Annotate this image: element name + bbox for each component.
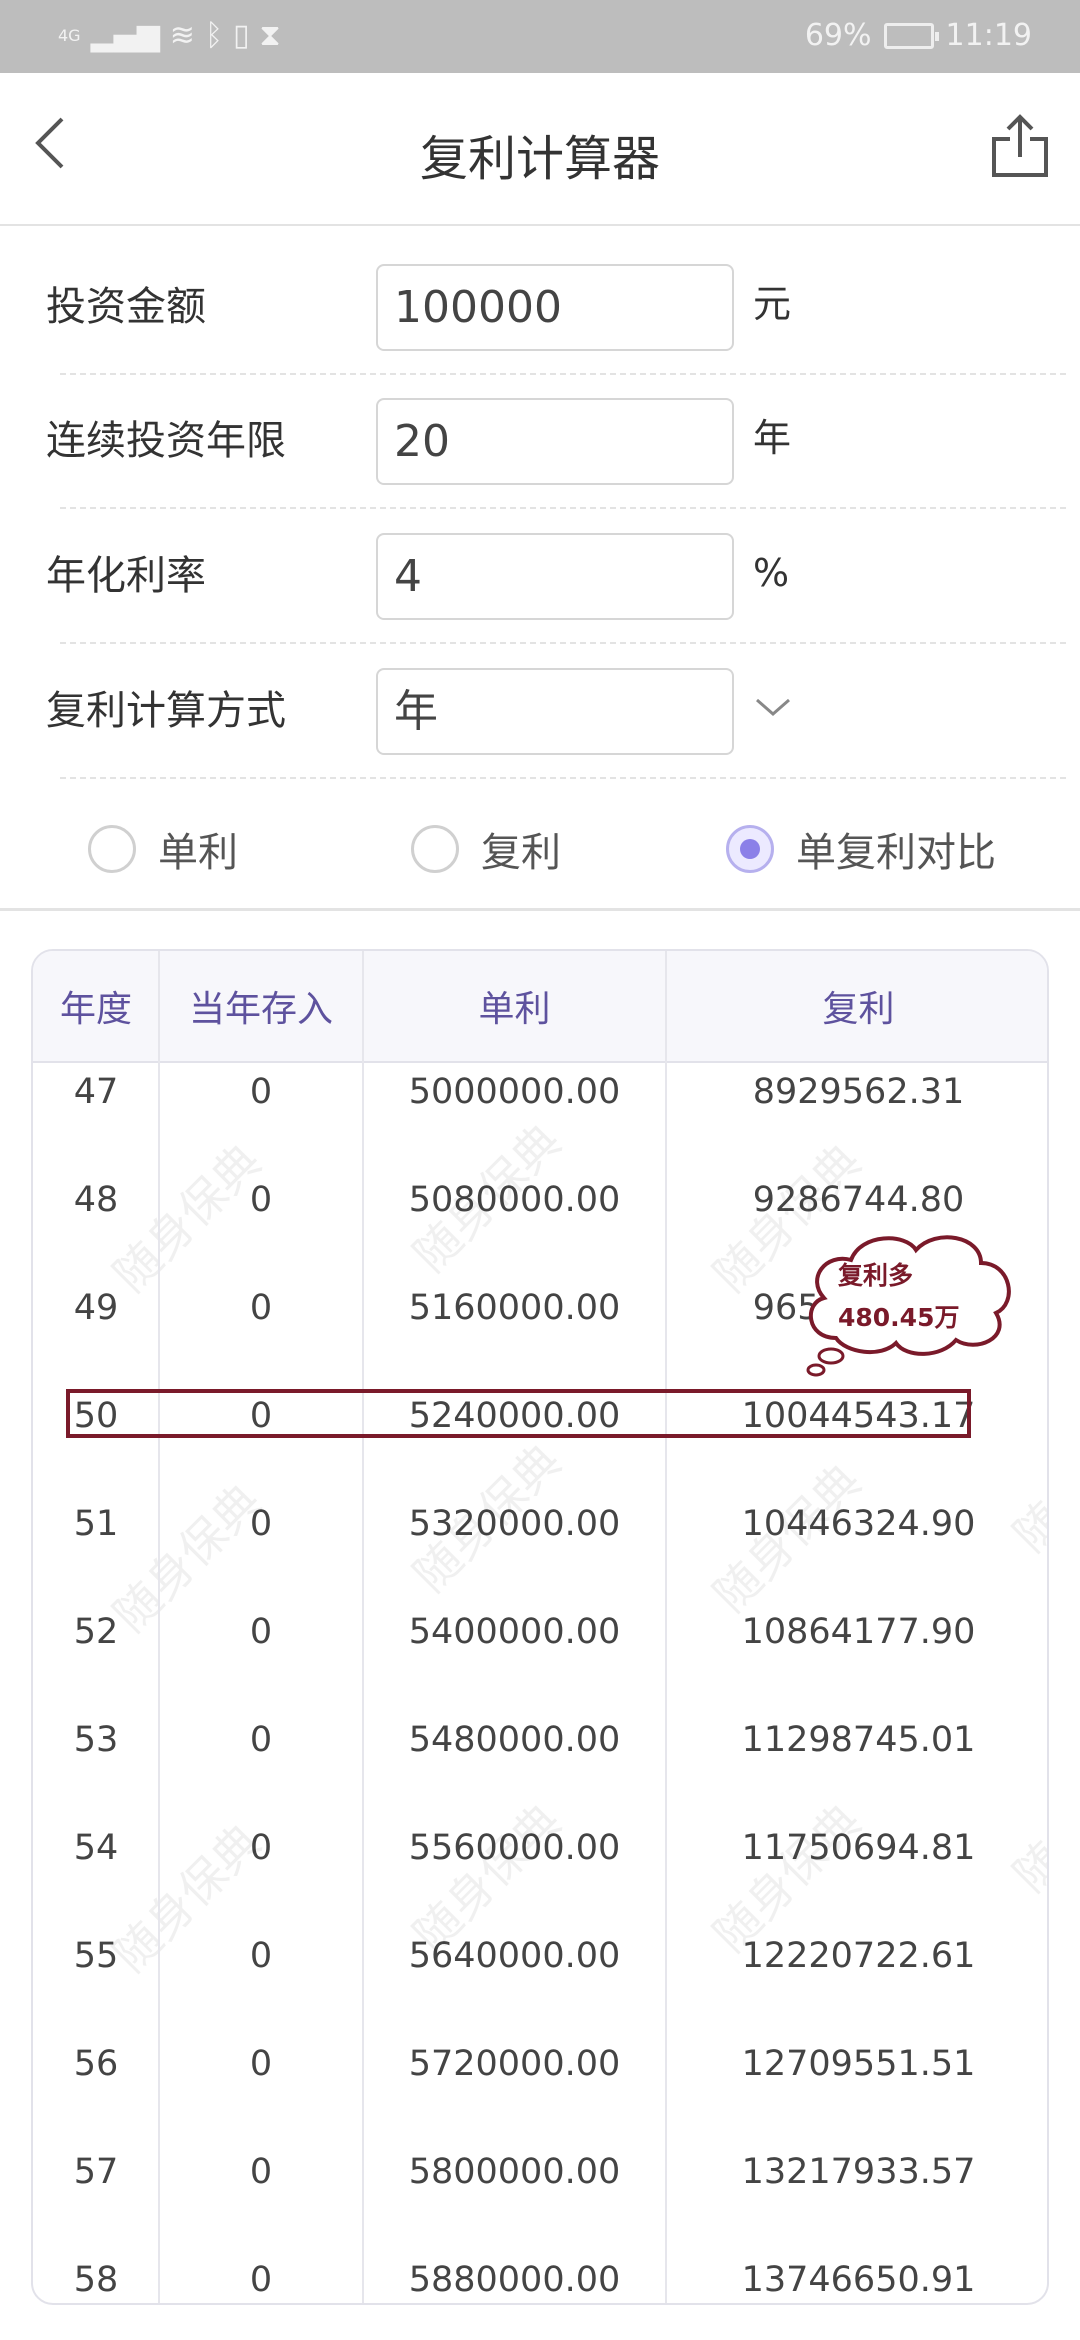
cell-simple: 5880000.00 xyxy=(408,2260,621,2300)
bluetooth-icon: ᛒ xyxy=(204,18,223,53)
cell-simple: 5720000.00 xyxy=(408,2044,621,2084)
radio-circle-selected xyxy=(726,825,774,873)
app-header: 复利计算器 xyxy=(0,73,1080,226)
divider xyxy=(60,642,1066,644)
years-row: 连续投资年限 20 年 xyxy=(0,398,1080,533)
cell-deposit: 0 xyxy=(249,2260,273,2300)
table-row: 56 0 5720000.00 12709551.51 xyxy=(33,2010,1047,2118)
cell-compound: 13217933.57 xyxy=(741,2152,976,2192)
radio-circle xyxy=(411,825,459,873)
cell-compound: 12709551.51 xyxy=(741,2044,976,2084)
method-select[interactable]: 年 xyxy=(376,668,734,755)
status-bar: 4G ▂▄▆ ≋ ᛒ ▯ ⧗ 69% 11:19 xyxy=(0,0,1080,73)
cell-deposit: 0 xyxy=(249,1072,273,1112)
table-row: 53 0 5480000.00 11298745.01 xyxy=(33,1686,1047,1794)
radio-compound[interactable]: 复利 xyxy=(411,820,561,878)
network-label: 4G xyxy=(58,26,81,45)
cell-simple: 5400000.00 xyxy=(408,1612,621,1652)
share-button[interactable] xyxy=(990,113,1050,183)
annotation-cloud: 复利多 480.45万 xyxy=(796,1228,1021,1378)
highlight-box xyxy=(66,1389,971,1438)
cell-simple: 5480000.00 xyxy=(408,1720,621,1760)
battery-icon xyxy=(883,22,939,49)
cell-deposit: 0 xyxy=(249,1720,273,1760)
divider xyxy=(60,777,1066,779)
rate-row: 年化利率 4 % xyxy=(0,533,1080,668)
cell-simple: 5160000.00 xyxy=(408,1288,621,1328)
radio-label: 单复利对比 xyxy=(796,830,996,876)
cell-compound: 11298745.01 xyxy=(741,1720,976,1760)
cell-compound: 13746650.91 xyxy=(741,2260,976,2300)
amount-unit: 元 xyxy=(753,282,792,326)
years-label: 连续投资年限 xyxy=(46,418,286,464)
results-table[interactable]: 年度 当年存入 单利 复利 47 0 5000000.00 8929562.31 48 0… xyxy=(31,949,1049,2305)
radio-circle xyxy=(88,825,136,873)
cell-year: 57 xyxy=(73,2152,119,2192)
hourglass-icon: ⧗ xyxy=(259,18,281,53)
cell-simple: 5800000.00 xyxy=(408,2152,621,2192)
amount-input[interactable]: 100000 xyxy=(376,264,734,351)
method-label: 复利计算方式 xyxy=(46,688,286,734)
cell-year: 54 xyxy=(73,1828,119,1868)
share-icon xyxy=(992,114,1048,177)
chevron-down-icon[interactable] xyxy=(753,668,793,775)
table-header: 年度 当年存入 单利 复利 xyxy=(33,951,1047,1063)
radio-label: 复利 xyxy=(481,830,561,876)
cell-deposit: 0 xyxy=(249,2152,273,2192)
header-deposit: 当年存入 xyxy=(188,989,333,1030)
rate-unit: % xyxy=(753,551,790,595)
header-year: 年度 xyxy=(59,989,132,1030)
radio-simple[interactable]: 单利 xyxy=(88,820,238,878)
table-row: 58 0 5880000.00 13746650.91 xyxy=(33,2226,1047,2303)
vibrate-icon: ▯ xyxy=(232,18,250,53)
cell-year: 53 xyxy=(73,1720,119,1760)
cell-deposit: 0 xyxy=(249,2044,273,2084)
years-unit: 年 xyxy=(753,416,792,460)
rate-label: 年化利率 xyxy=(46,553,206,599)
radio-compare[interactable]: 单复利对比 xyxy=(726,820,996,878)
amount-label: 投资金额 xyxy=(46,284,206,330)
annotation-line2: 480.45万 xyxy=(838,1303,960,1332)
cell-compound: 8929562.31 xyxy=(752,1072,965,1112)
page-title: 复利计算器 xyxy=(419,131,660,187)
method-row: 复利计算方式 年 xyxy=(0,668,1080,803)
header-compound: 复利 xyxy=(822,989,895,1030)
radio-label: 单利 xyxy=(158,830,238,876)
cell-year: 58 xyxy=(73,2260,119,2300)
clock: 11:19 xyxy=(945,18,1032,53)
header-simple: 单利 xyxy=(478,989,551,1030)
rate-input[interactable]: 4 xyxy=(376,533,734,620)
table-row: 57 0 5800000.00 13217933.57 xyxy=(33,2118,1047,2226)
amount-row: 投资金额 100000 元 xyxy=(0,264,1080,399)
cell-deposit: 0 xyxy=(249,1288,273,1328)
divider xyxy=(60,373,1066,375)
wifi-icon: ≋ xyxy=(169,18,195,53)
section-divider xyxy=(0,908,1080,911)
cell-year: 47 xyxy=(73,1072,119,1112)
annotation-line1: 复利多 xyxy=(838,1261,914,1290)
battery-percent: 69% xyxy=(804,18,872,53)
cell-year: 56 xyxy=(73,2044,119,2084)
divider xyxy=(60,507,1066,509)
signal-icon: ▂▄▆ xyxy=(90,18,160,53)
years-input[interactable]: 20 xyxy=(376,398,734,485)
